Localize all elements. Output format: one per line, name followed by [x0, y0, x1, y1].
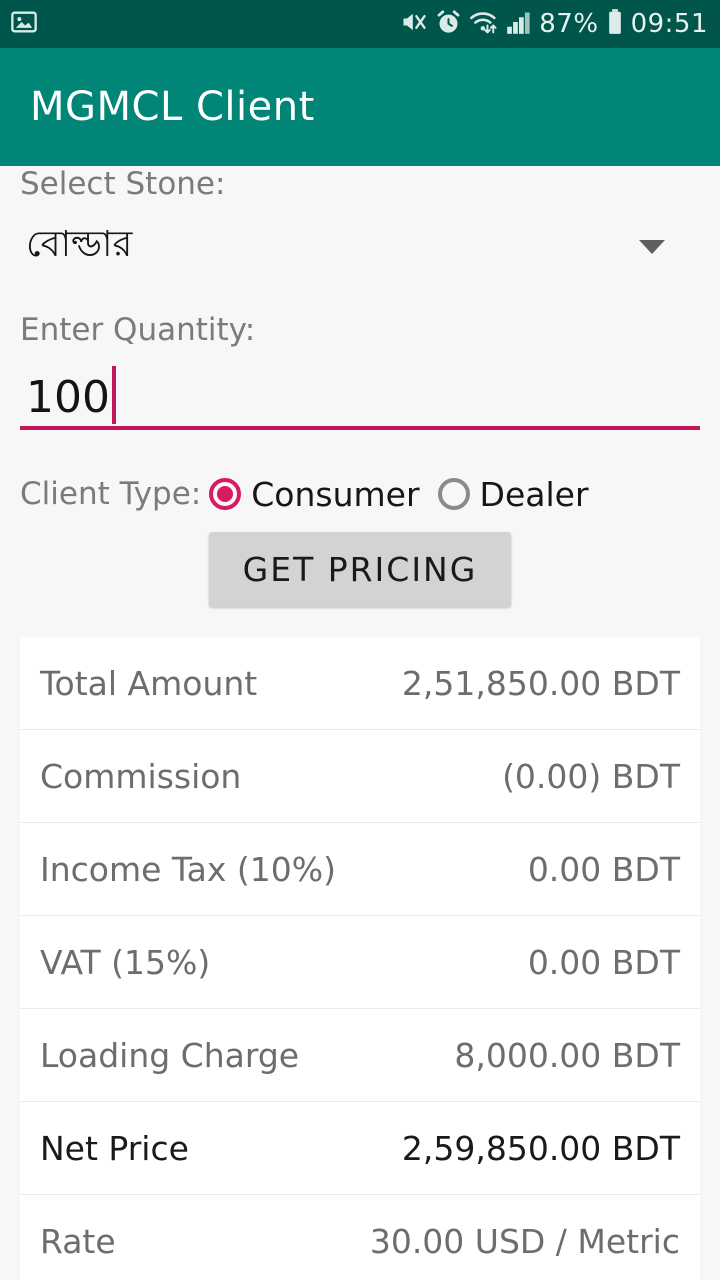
- text-cursor: [111, 366, 116, 424]
- app-title: MGMCL Client: [30, 84, 315, 130]
- table-row: Loading Charge 8,000.00 BDT: [20, 1009, 700, 1101]
- quantity-underline: [20, 426, 700, 430]
- radio-button-dealer[interactable]: [437, 478, 470, 510]
- status-bar-system-icons: 87% 09:51: [400, 8, 708, 40]
- status-bar-notifications: [10, 8, 38, 40]
- cellular-signal-icon: [506, 9, 532, 39]
- row-value: 2,51,850.00 BDT: [401, 663, 680, 703]
- client-type-label: Client Type:: [20, 476, 202, 512]
- table-row: VAT (15%) 0.00 BDT: [20, 916, 700, 1008]
- mute-vibrate-icon: [400, 8, 428, 40]
- radio-option-dealer[interactable]: Dealer: [437, 474, 589, 514]
- row-value: 8,000.00 BDT: [454, 1035, 680, 1075]
- radio-label-consumer: Consumer: [251, 474, 420, 514]
- row-value: 0.00 BDT: [527, 942, 680, 982]
- submit-button-row: GET PRICING: [0, 532, 720, 607]
- row-label: VAT (15%): [40, 942, 211, 982]
- table-row: Total Amount 2,51,850.00 BDT: [20, 637, 700, 729]
- row-value: 30.00 USD / Metric: [369, 1221, 680, 1261]
- get-pricing-button[interactable]: GET PRICING: [208, 532, 512, 607]
- row-value: (0.00) BDT: [502, 756, 680, 796]
- row-value: 2,59,850.00 BDT: [401, 1128, 680, 1168]
- table-row: Net Price 2,59,850.00 BDT: [20, 1102, 700, 1194]
- client-type-row: Client Type: Consumer Dealer: [0, 462, 720, 526]
- quantity-field-group: Enter Quantity: 100: [0, 312, 720, 430]
- table-row: Rate 30.00 USD / Metric: [20, 1195, 700, 1280]
- row-label: Total Amount: [40, 663, 258, 703]
- alarm-clock-icon: [435, 9, 462, 40]
- radio-option-consumer[interactable]: Consumer: [209, 474, 420, 514]
- row-label: Loading Charge: [40, 1035, 300, 1075]
- quantity-value: 100: [26, 372, 110, 423]
- row-label: Income Tax (10%): [40, 849, 336, 889]
- pricing-results-list: Total Amount 2,51,850.00 BDT Commission …: [20, 637, 700, 1280]
- select-stone-label: Select Stone:: [20, 166, 226, 202]
- row-label: Net Price: [40, 1128, 189, 1168]
- stone-selected-value: বোল্ডার: [26, 223, 133, 264]
- status-bar-clock: 09:51: [630, 9, 708, 39]
- quantity-input[interactable]: 100: [0, 354, 720, 430]
- battery-percent-label: 87%: [539, 9, 599, 39]
- radio-button-consumer[interactable]: [209, 478, 242, 510]
- table-row: Commission (0.00) BDT: [20, 730, 700, 822]
- app-screen: 87% 09:51 MGMCL Client Select Stone: বোল…: [0, 0, 720, 1280]
- client-type-radio-group: Consumer Dealer: [209, 475, 606, 514]
- app-bar: MGMCL Client: [0, 48, 720, 166]
- row-label: Commission: [40, 756, 242, 796]
- row-label: Rate: [40, 1221, 116, 1261]
- chevron-down-icon: [639, 240, 665, 254]
- gallery-notification-icon: [10, 8, 38, 40]
- table-row: Income Tax (10%) 0.00 BDT: [20, 823, 700, 915]
- radio-label-dealer: Dealer: [479, 474, 589, 514]
- stone-spinner[interactable]: বোল্ডার: [0, 216, 720, 278]
- battery-icon: [606, 8, 624, 40]
- wifi-transfer-icon: [469, 8, 499, 40]
- pricing-form: Select Stone: বোল্ডার Enter Quantity: 10…: [0, 166, 720, 607]
- row-value: 0.00 BDT: [527, 849, 680, 889]
- status-bar: 87% 09:51: [0, 0, 720, 48]
- enter-quantity-label: Enter Quantity:: [20, 312, 256, 348]
